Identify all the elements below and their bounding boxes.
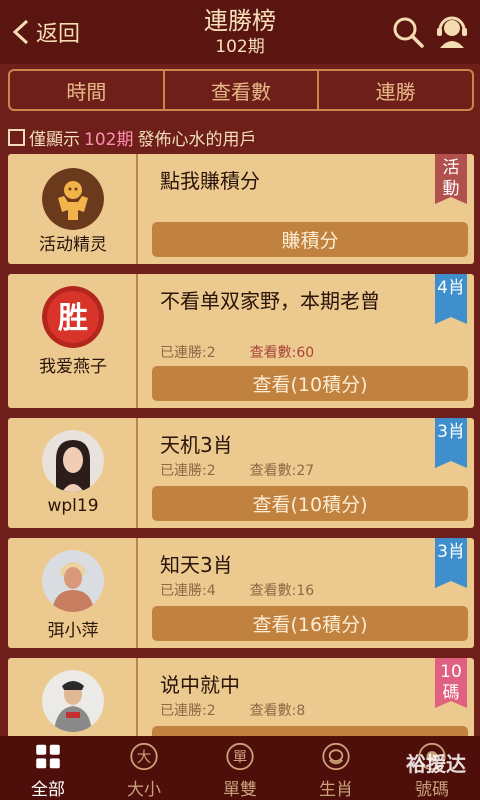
avatar	[42, 670, 104, 732]
win-streak: 已連勝:2	[160, 703, 216, 719]
status-badge: 3肖	[435, 538, 467, 588]
view-count: 查看數:60	[249, 345, 315, 361]
post-title: 知天3肖	[160, 553, 233, 577]
nav-label: 全部	[31, 780, 65, 800]
status-badge: 10碼	[435, 658, 467, 708]
list-item[interactable]: wpl19 天机3肖 已連勝:2 查看數:27 查看(10積分) 3肖	[8, 418, 474, 528]
view-count: 查看數:8	[249, 703, 306, 719]
avatar	[42, 430, 104, 492]
post-title: 天机3肖	[160, 433, 233, 457]
nav-glyph: 單	[233, 750, 248, 766]
earn-points-button[interactable]: 賺積分	[152, 222, 468, 257]
nav-label: 大小	[127, 780, 161, 800]
stats-row: 已連勝:2 查看數:27	[160, 460, 314, 480]
avatar	[42, 550, 104, 612]
grid-icon	[36, 744, 60, 769]
list-item[interactable]: 说中就中 已連勝:2 查看數:8 10碼	[8, 658, 474, 736]
avatar-glyph: 胜	[58, 301, 88, 336]
avatar: 胜	[42, 286, 104, 348]
back-label: 返回	[36, 22, 81, 47]
tab-streak[interactable]: 連勝	[317, 71, 472, 109]
customer-service-icon[interactable]	[434, 14, 470, 50]
status-badge: 3肖	[435, 418, 467, 468]
watermark-text: 裕援达	[406, 752, 466, 776]
win-streak: 已連勝:2	[160, 345, 216, 361]
username: 活动精灵	[39, 235, 107, 255]
user-list: 活动精灵 點我賺積分 賺積分 活動 胜 我爱燕子 不看单双家野，本期老曾 已連勝…	[8, 154, 474, 736]
back-button[interactable]: 返回	[10, 14, 80, 50]
view-count: 查看數:16	[249, 583, 315, 599]
filter-suffix: 發佈心水的用戶	[137, 129, 257, 150]
username: 我爱燕子	[39, 357, 107, 377]
list-item[interactable]: 活动精灵 點我賺積分 賺積分 活動	[8, 154, 474, 264]
chevron-left-icon	[12, 19, 29, 45]
nav-glyph: 大	[137, 749, 152, 766]
filter-row: 僅顯示 102期 發佈心水的用戶	[8, 124, 256, 150]
view-button[interactable]	[152, 726, 468, 736]
page-title: 連勝榜	[204, 7, 276, 35]
list-item[interactable]: 弭小萍 知天3肖 已連勝:4 查看數:16 查看(16積分) 3肖	[8, 538, 474, 648]
username: wpl19	[47, 496, 99, 516]
list-item[interactable]: 胜 我爱燕子 不看单双家野，本期老曾 已連勝:2 查看數:60 查看(10積分)…	[8, 274, 474, 408]
view-button[interactable]: 查看(10積分)	[152, 366, 468, 401]
nav-label: 單雙	[223, 780, 257, 800]
nav-label: 生肖	[319, 780, 353, 800]
sort-tabs: 時間 查看數 連勝	[8, 69, 474, 111]
status-badge: 4肖	[435, 274, 467, 324]
page-subtitle: 102期	[215, 37, 265, 57]
nav-item-odd-even[interactable]: 單 單雙	[192, 736, 288, 800]
dan-icon: 單	[226, 742, 254, 771]
nav-item-all[interactable]: 全部	[0, 736, 96, 800]
filter-checkbox[interactable]	[8, 128, 25, 146]
view-button[interactable]: 查看(10積分)	[152, 486, 468, 521]
tab-views[interactable]: 查看數	[162, 71, 318, 109]
nav-item-zodiac[interactable]: 生肖	[288, 736, 384, 800]
stats-row: 已連勝:2 查看數:60	[160, 342, 314, 362]
post-title: 说中就中	[160, 673, 240, 697]
tab-time[interactable]: 時間	[10, 71, 163, 109]
stats-row: 已連勝:2 查看數:8	[160, 700, 305, 720]
win-streak: 已連勝:4	[160, 583, 216, 599]
status-badge: 活動	[435, 154, 467, 204]
app-header: 返回 連勝榜 102期	[0, 0, 480, 64]
username: 弭小萍	[47, 621, 99, 641]
zodiac-icon	[322, 742, 350, 771]
filter-issue: 102期	[84, 129, 134, 150]
post-title: 不看单双家野，本期老曾	[160, 289, 380, 313]
title-block: 連勝榜 102期	[140, 6, 340, 58]
post-title: 點我賺積分	[160, 169, 260, 193]
da-icon: 大	[130, 742, 158, 771]
nav-label: 號碼	[415, 780, 449, 800]
nav-item-size[interactable]: 大 大小	[96, 736, 192, 800]
filter-prefix: 僅顯示	[29, 129, 80, 150]
view-count: 查看數:27	[249, 463, 315, 479]
avatar	[42, 168, 104, 230]
view-button[interactable]: 查看(16積分)	[152, 606, 468, 641]
win-streak: 已連勝:2	[160, 463, 216, 479]
stats-row: 已連勝:4 查看數:16	[160, 580, 314, 600]
search-icon[interactable]	[390, 14, 426, 50]
